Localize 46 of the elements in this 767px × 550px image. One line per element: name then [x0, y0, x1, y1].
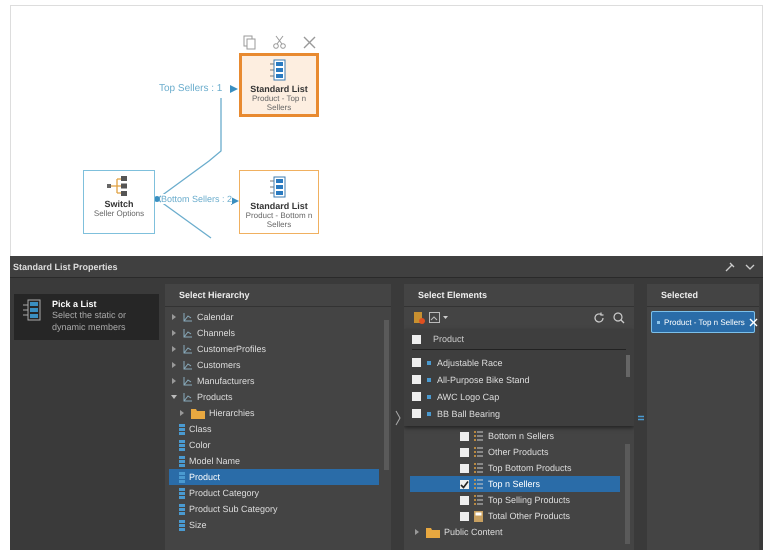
member-label: AWC Logo Cap — [437, 392, 500, 402]
step-item[interactable]: Pick a List Select the static or dynamic members — [14, 294, 159, 340]
list-node[interactable]: Standard List Product - Top n Sellers — [239, 53, 319, 117]
node-title: Standard List — [250, 201, 308, 211]
selected-chip[interactable]: Product - Top n Sellers — [651, 311, 755, 333]
tree-item[interactable]: Class — [171, 421, 379, 437]
tree-item[interactable]: CustomerProfiles — [171, 341, 379, 357]
column-header: Selected — [647, 284, 759, 307]
node-subtitle: Product - Bottom n Sellers — [244, 211, 314, 229]
list-item[interactable]: Bottom n Sellers — [410, 428, 620, 444]
tree-item[interactable]: Hierarchies — [171, 405, 379, 421]
list-item[interactable]: Other Products — [410, 444, 620, 460]
list-node[interactable]: Standard List Product - Bottom n Sellers — [239, 170, 319, 234]
step-title: Pick a List — [52, 299, 98, 309]
tree-item[interactable]: Public Content — [410, 524, 620, 540]
tree-item[interactable]: Product Category — [171, 485, 379, 501]
branch-label: Bottom Sellers : 2 — [161, 194, 232, 204]
list-item[interactable]: Top Bottom Products — [410, 460, 620, 476]
node-subtitle: Seller Options — [92, 209, 146, 218]
node-subtitle: Product - Top n Sellers — [250, 94, 308, 112]
tree-item[interactable]: Product — [169, 469, 379, 485]
tree-item[interactable]: Product Sub Category — [171, 501, 379, 517]
list-item[interactable]: Top Selling Products — [410, 492, 620, 508]
tree-item[interactable]: Model Name — [171, 453, 379, 469]
step-description: Select the static or dynamic members — [52, 309, 128, 333]
tree-item[interactable]: Customers — [171, 357, 379, 373]
tree-item[interactable]: Color — [171, 437, 379, 453]
member-label: Adjustable Race — [437, 358, 503, 368]
switch-node[interactable]: Switch Seller Options — [83, 170, 155, 234]
column-header: Select Elements — [404, 284, 634, 307]
member-label: All-Purpose Bike Stand — [437, 374, 530, 384]
node-title: Standard List — [250, 84, 308, 94]
tree-item[interactable]: Calendar — [171, 309, 379, 325]
tree-item[interactable]: Channels — [171, 325, 379, 341]
tree-item[interactable]: Products — [171, 389, 379, 405]
list-item[interactable]: Top n Sellers — [410, 476, 620, 492]
list-item[interactable]: Total Other Products — [410, 508, 620, 524]
member-label: BB Ball Bearing — [437, 408, 500, 418]
column-label: Product — [433, 334, 464, 344]
chip-label: Product - Top n Sellers — [664, 318, 745, 326]
branch-label: Top Sellers : 1 — [159, 83, 222, 94]
panel-title: Standard List Properties — [13, 262, 118, 272]
column-header: Select Hierarchy — [165, 284, 391, 307]
tree-item[interactable]: Size — [171, 517, 379, 533]
tree-item[interactable]: Manufacturers — [171, 373, 379, 389]
node-title: Switch — [104, 199, 134, 209]
